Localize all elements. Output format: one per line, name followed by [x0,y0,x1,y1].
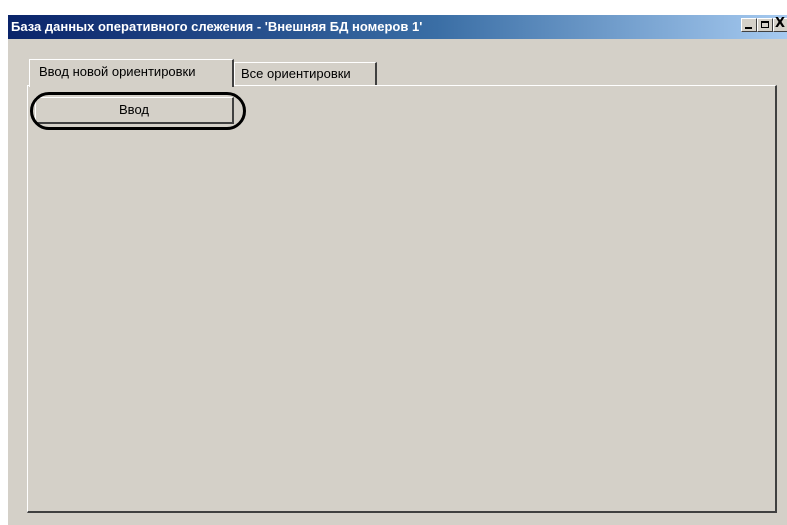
maximize-icon [761,21,769,28]
app-window: База данных оперативного слежения - 'Вне… [8,15,787,525]
tab-label: Все ориентировки [241,66,351,81]
highlight-annotation [30,92,246,130]
tab-new-orientation[interactable]: Ввод новой ориентировки [29,59,234,87]
tab-panel [27,85,777,513]
minimize-icon [745,27,752,29]
tab-label: Ввод новой ориентировки [39,64,196,79]
window-title: База данных оперативного слежения - 'Вне… [11,19,423,34]
close-icon: X [775,16,786,31]
tab-all-orientations[interactable]: Все ориентировки [234,62,377,85]
minimize-button[interactable] [741,18,757,32]
title-bar[interactable]: База данных оперативного слежения - 'Вне… [8,15,787,39]
maximize-button[interactable] [757,18,773,32]
close-button[interactable]: X [773,16,787,32]
